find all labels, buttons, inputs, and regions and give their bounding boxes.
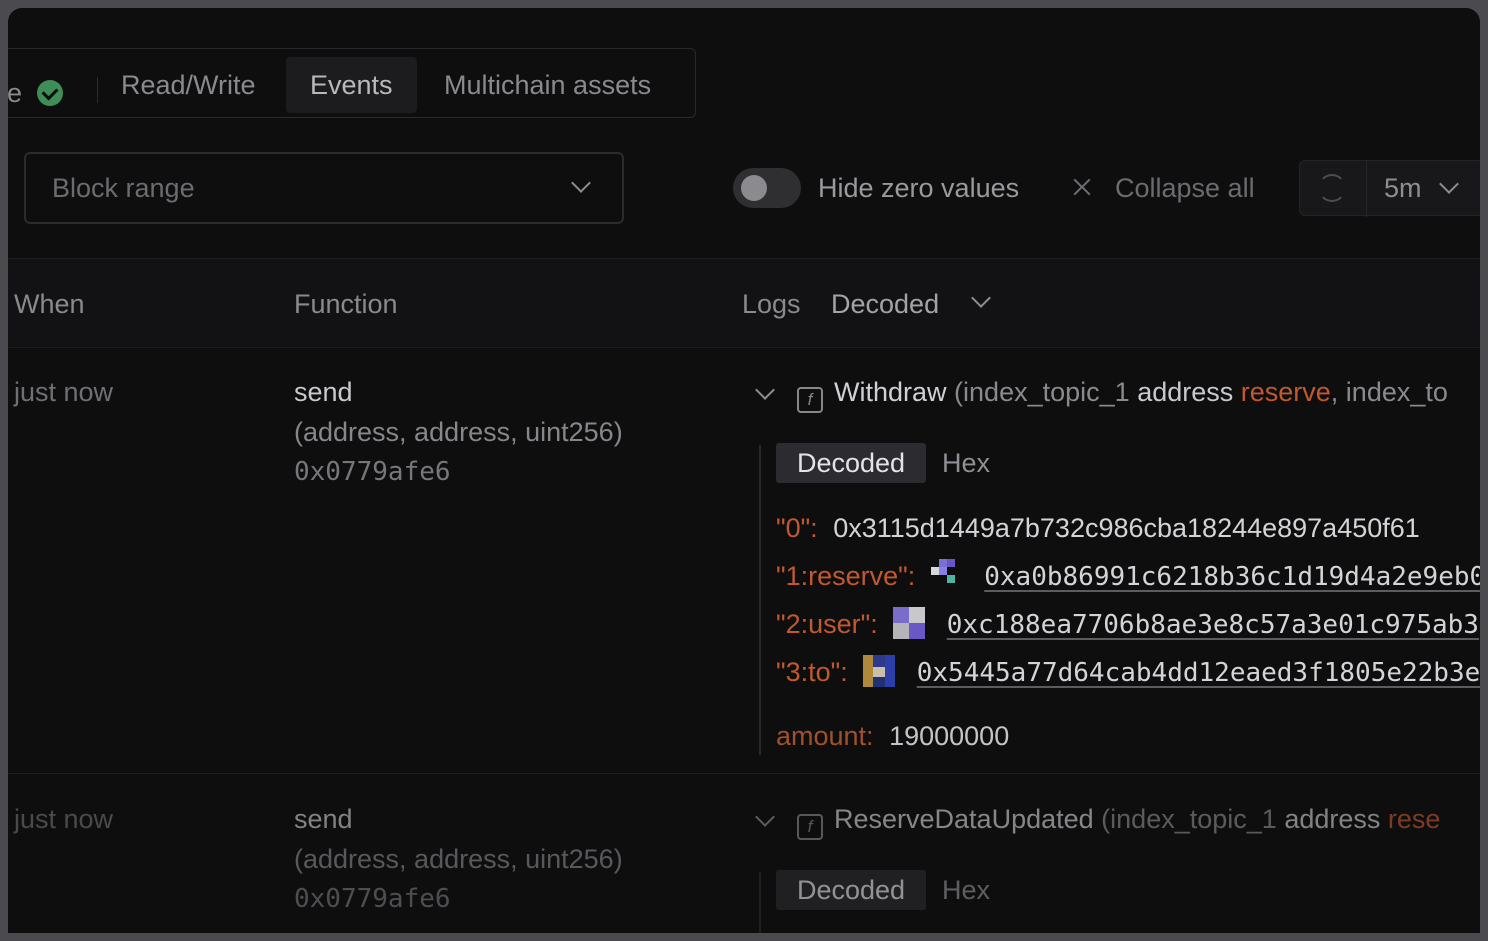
check-circle-icon bbox=[37, 80, 63, 106]
view-hex-button[interactable]: Hex bbox=[942, 443, 990, 483]
event-name: ReserveDataUpdated bbox=[834, 804, 1094, 834]
event-sig-param: reserve bbox=[1240, 377, 1331, 407]
block-range-placeholder: Block range bbox=[52, 173, 195, 203]
column-header-logs: Logs bbox=[742, 289, 801, 319]
function-selector: 0x0779afe6 bbox=[294, 884, 451, 914]
column-header-when: When bbox=[14, 289, 85, 319]
tab-events[interactable]: Events bbox=[286, 57, 417, 113]
identicon bbox=[930, 559, 963, 591]
contract-tabs: e Read/Write Events Multichain assets bbox=[8, 48, 696, 118]
chevron-down-icon bbox=[755, 807, 775, 827]
field-key: "0": bbox=[776, 513, 818, 543]
decoded-field: amount: 19000000 bbox=[776, 719, 1009, 753]
hide-zero-label[interactable]: Hide zero values bbox=[818, 171, 1019, 205]
field-value: 19000000 bbox=[889, 721, 1010, 751]
event-sig-open: (index_topic_1 bbox=[954, 377, 1130, 407]
event-signature: ReserveDataUpdated (index_topic_1 addres… bbox=[834, 802, 1440, 836]
event-sig-open: (index_topic_1 bbox=[1101, 804, 1277, 834]
function-selector: 0x0779afe6 bbox=[294, 457, 451, 487]
identicon bbox=[893, 607, 926, 639]
chevron-down-icon bbox=[571, 173, 591, 193]
row-when: just now bbox=[14, 804, 114, 834]
table-header: When Function Logs Decoded bbox=[8, 258, 1480, 348]
field-value-address[interactable]: 0xc188ea7706b8ae3e8c57a3e01c975ab3 bbox=[947, 610, 1479, 640]
refresh-interval-select[interactable]: 5m bbox=[1384, 171, 1422, 205]
chevron-down-icon[interactable] bbox=[1439, 174, 1459, 194]
decoded-field: "1:reserve": 0xa0b86991c6218b36c1d19d4a2… bbox=[776, 559, 1480, 594]
view-decoded-button[interactable]: Decoded bbox=[776, 443, 926, 483]
tab-read-write[interactable]: Read/Write bbox=[97, 57, 280, 113]
event-sig-param: rese bbox=[1387, 804, 1441, 834]
chevron-down-icon[interactable] bbox=[971, 288, 991, 308]
field-key: "3:to": bbox=[776, 657, 848, 687]
function-icon: f bbox=[797, 387, 823, 413]
function-icon: f bbox=[797, 814, 823, 840]
refresh-control: 5m bbox=[1299, 160, 1480, 217]
tab-multichain-assets[interactable]: Multichain assets bbox=[420, 57, 675, 113]
logs-mode-select[interactable]: Decoded bbox=[831, 287, 939, 321]
collapse-all-button[interactable]: Collapse all bbox=[1115, 171, 1255, 205]
decoded-field: "2:user": 0xc188ea7706b8ae3e8c57a3e01c97… bbox=[776, 607, 1479, 642]
toggle-knob bbox=[741, 175, 767, 201]
function-args: (address, address, uint256) bbox=[294, 417, 623, 447]
event-sig-type: address bbox=[1137, 377, 1234, 407]
chevron-down-icon bbox=[755, 380, 775, 400]
table-row: just now send (address, address, uint256… bbox=[8, 774, 1480, 933]
detail-divider bbox=[759, 872, 761, 933]
row-when: just now bbox=[14, 377, 114, 407]
view-hex-button[interactable]: Hex bbox=[942, 870, 990, 910]
refresh-icon[interactable] bbox=[1318, 174, 1346, 202]
identicon bbox=[863, 655, 896, 687]
function-args: (address, address, uint256) bbox=[294, 844, 623, 874]
hide-zero-toggle[interactable] bbox=[733, 168, 801, 208]
events-panel: e Read/Write Events Multichain assets Bl… bbox=[8, 8, 1480, 933]
column-header-function: Function bbox=[294, 289, 398, 319]
view-decoded-button[interactable]: Decoded bbox=[776, 870, 926, 910]
field-value-address[interactable]: 0x5445a77d64cab4dd12eaed3f1805e22b3e bbox=[917, 658, 1480, 688]
field-key: "1:reserve": bbox=[776, 561, 916, 591]
field-value-address[interactable]: 0xa0b86991c6218b36c1d19d4a2e9eb0 bbox=[984, 562, 1480, 592]
block-range-select[interactable]: Block range bbox=[24, 152, 624, 224]
collapse-icon[interactable] bbox=[1070, 174, 1096, 204]
detail-divider bbox=[759, 445, 761, 755]
event-sig-type: address bbox=[1284, 804, 1381, 834]
event-sig-rest: , index_to bbox=[1330, 377, 1448, 407]
refresh-divider bbox=[1366, 161, 1367, 217]
function-name: send bbox=[294, 804, 353, 834]
decoded-field: "3:to": 0x5445a77d64cab4dd12eaed3f1805e2… bbox=[776, 655, 1480, 690]
decoded-field: "0": 0x3115d1449a7b732c986cba18244e897a4… bbox=[776, 511, 1420, 545]
field-key: "2:user": bbox=[776, 609, 878, 639]
event-signature: Withdraw (index_topic_1 address reserve,… bbox=[834, 375, 1448, 409]
function-name: send bbox=[294, 377, 353, 407]
event-name: Withdraw bbox=[834, 377, 947, 407]
table-row: just now send (address, address, uint256… bbox=[8, 347, 1480, 774]
field-key: amount: bbox=[776, 721, 874, 751]
field-value: 0x3115d1449a7b732c986cba18244e897a450f61 bbox=[833, 513, 1420, 543]
tab-partial-label[interactable]: e bbox=[8, 75, 22, 111]
